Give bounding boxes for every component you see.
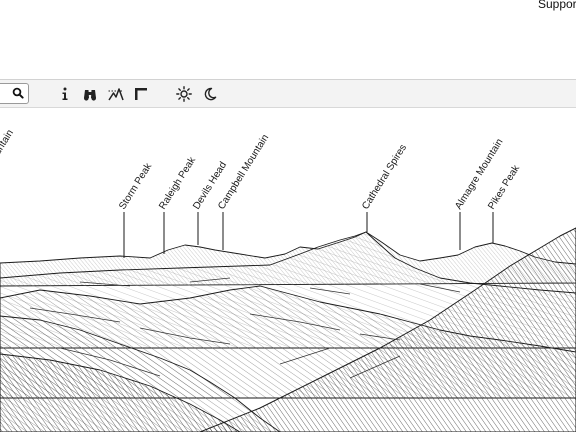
support-link[interactable]: Support xyxy=(538,0,576,11)
panorama-drawing[interactable]: ountainStorm Peak Raleigh PeakDevils Head… xyxy=(0,108,576,432)
info-icon[interactable] xyxy=(57,86,73,102)
search-icon[interactable] xyxy=(12,87,24,99)
elevation-icon[interactable] xyxy=(108,86,124,102)
binoculars-icon[interactable] xyxy=(82,86,98,102)
peak-label-ountain[interactable]: ountain xyxy=(0,128,16,162)
peak-labels: ountainStorm Peak Raleigh PeakDevils Head… xyxy=(0,128,523,258)
panorama-view[interactable]: ountain Storm Peak Raleigh Peak Devils Head… xyxy=(0,108,576,432)
sun-icon[interactable] xyxy=(176,86,192,102)
moon-icon[interactable] xyxy=(202,86,218,102)
toolbar xyxy=(0,79,576,108)
search-input[interactable] xyxy=(0,83,29,104)
peak-label-cathedral-spires[interactable]: Cathedral Spires xyxy=(360,143,409,212)
top-bar: Support xyxy=(0,0,576,80)
peak-label-storm-peak[interactable]: Storm Peak xyxy=(117,161,155,212)
ruler-icon[interactable] xyxy=(133,86,149,102)
peak-label-pikes-peak[interactable]: Pikes Peak xyxy=(486,162,522,211)
